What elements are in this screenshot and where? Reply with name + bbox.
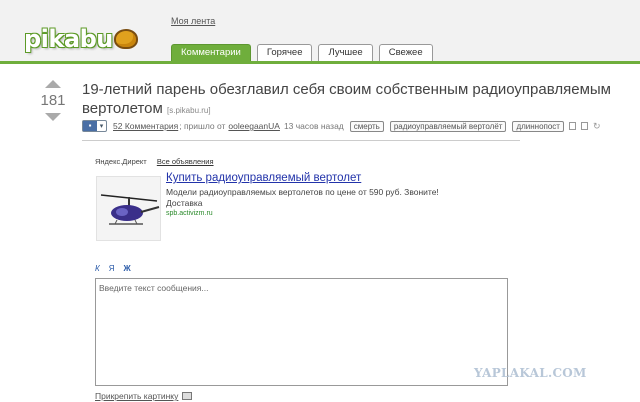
post-time: 13 часов назад — [283, 121, 344, 131]
tab-fresh[interactable]: Свежее — [378, 44, 433, 61]
report-icon[interactable]: ↻ — [593, 122, 601, 131]
italic-button[interactable]: К — [95, 264, 100, 273]
image-icon — [182, 392, 193, 400]
chevron-down-icon: ▾ — [99, 123, 104, 130]
underline-button[interactable]: Я — [109, 264, 115, 273]
post-meta: ▪ ▾ 52 Комментария ; пришло от ooleegaan… — [82, 120, 634, 132]
tab-best[interactable]: Лучшее — [318, 44, 373, 61]
tab-hot[interactable]: Горячее — [256, 44, 313, 61]
comments-link[interactable]: 52 Комментария — [113, 121, 178, 131]
all-ads-link[interactable]: Все объявления — [157, 157, 214, 166]
direct-label: Яндекс.Директ — [95, 157, 147, 166]
post-rating: 181 — [40, 92, 66, 109]
downvote-arrow-icon[interactable] — [45, 113, 61, 121]
my-feed-link[interactable]: Моя лента — [171, 16, 215, 26]
post-title-block: 19-летний парень обезглавил себя своим с… — [82, 80, 622, 120]
site-header: pikabu Моя лента Комментарии Горячее Луч… — [0, 0, 640, 64]
share-button[interactable]: ▪ ▾ — [82, 120, 107, 132]
ad-helicopter-image[interactable] — [96, 176, 161, 241]
vote-widget: 181 — [38, 80, 68, 121]
main-tabs: Комментарии Горячее Лучшее Свежее — [171, 44, 433, 61]
save-icon[interactable] — [568, 122, 576, 130]
yandex-direct-header: Яндекс.Директ Все объявления — [95, 157, 214, 166]
header-divider — [0, 61, 640, 64]
attach-image-link[interactable]: Прикрепить картинку — [95, 391, 193, 401]
author-link[interactable]: ooleegaanUA — [228, 121, 280, 131]
ad-text: Модели радиоуправляемых вертолетов по це… — [166, 187, 439, 208]
post-title[interactable]: 19-летний парень обезглавил себя своим с… — [82, 81, 611, 117]
comment-placeholder: Введите текст сообщения... — [99, 283, 209, 293]
comment-textarea[interactable]: Введите текст сообщения... — [95, 278, 508, 386]
post-divider — [82, 140, 520, 141]
logo-text: pikabu — [24, 25, 113, 53]
attach-label: Прикрепить картинку — [95, 391, 179, 401]
posted-prefix: ; пришло от — [179, 121, 226, 131]
tag-death[interactable]: смерть — [349, 120, 384, 132]
share-icon: ▪ — [83, 121, 97, 131]
hide-icon[interactable] — [580, 122, 588, 130]
tab-comments[interactable]: Комментарии — [171, 44, 251, 61]
watermark: YAPLAKAL.COM — [474, 366, 587, 380]
ad-title-link[interactable]: Купить радиоуправляемый вертолет — [166, 172, 361, 184]
bold-button[interactable]: Ж — [124, 264, 131, 273]
format-toolbar: К Я Ж — [95, 264, 131, 273]
tag-rc-helicopter[interactable]: радиоуправляемый вертолёт — [389, 120, 507, 132]
tag-longpost[interactable]: длиннопост — [512, 120, 564, 132]
post-source: [s.pikabu.ru] — [167, 106, 211, 115]
upvote-arrow-icon[interactable] — [45, 80, 61, 88]
logo-bun-icon — [113, 29, 138, 49]
ad-domain[interactable]: spb.activizm.ru — [166, 210, 213, 217]
pikabu-logo[interactable]: pikabu — [24, 24, 138, 54]
